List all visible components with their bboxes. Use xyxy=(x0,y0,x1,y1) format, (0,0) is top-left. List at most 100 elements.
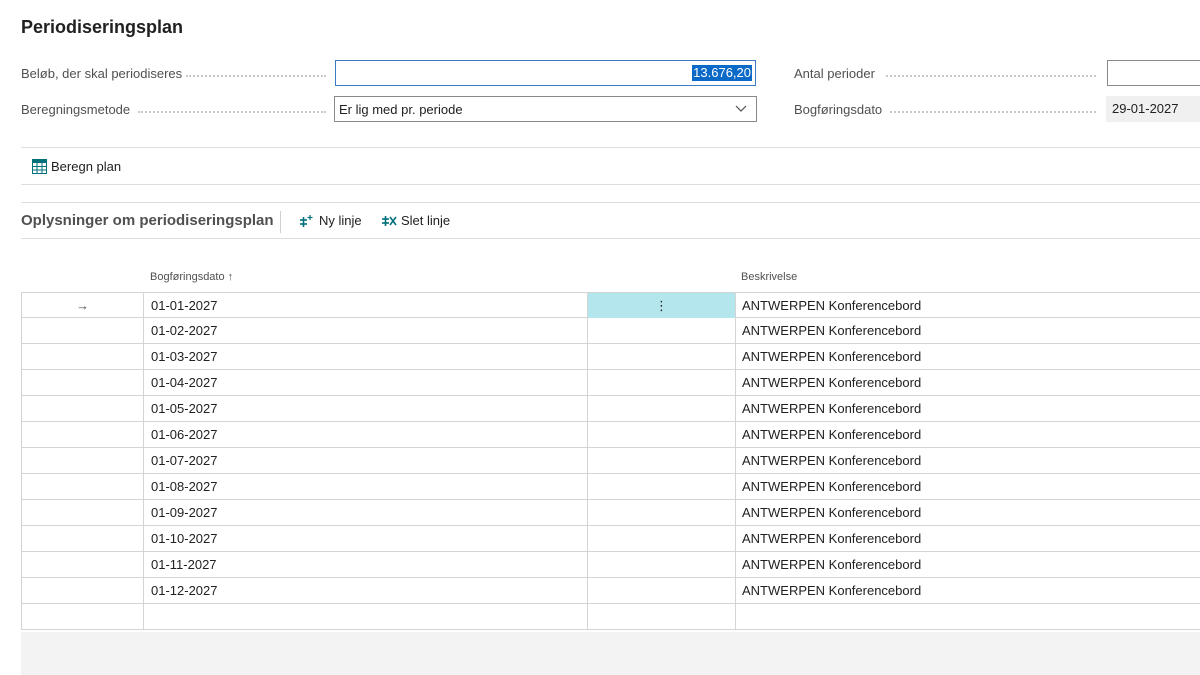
posting-date-cell[interactable]: 01-07-2027 xyxy=(143,448,587,473)
column-header-posting-date[interactable]: Bogføringsdato ↑ xyxy=(150,271,233,283)
posting-date-cell[interactable]: 01-04-2027 xyxy=(143,370,587,395)
posting-date-cell[interactable]: 01-01-2027 xyxy=(143,293,587,318)
row-action-cell[interactable] xyxy=(587,552,735,577)
new-line-button[interactable]: Ny linje xyxy=(299,213,362,228)
calculator-grid-icon xyxy=(32,159,47,174)
row-marker xyxy=(21,578,143,603)
description-cell[interactable]: ANTWERPEN Konferencebord xyxy=(735,448,1200,473)
calculate-plan-label: Beregn plan xyxy=(51,159,122,174)
section-title: Oplysninger om periodiseringsplan xyxy=(21,212,274,229)
row-marker xyxy=(21,474,143,499)
row-action-cell[interactable] xyxy=(587,604,735,629)
posting-date-value: 29-01-2027 xyxy=(1106,96,1200,122)
row-marker: → xyxy=(21,293,143,318)
table-row[interactable]: 01-06-2027 ANTWERPEN Konferencebord xyxy=(21,422,1200,448)
description-cell[interactable]: ANTWERPEN Konferencebord xyxy=(735,293,1200,318)
lines-table: → 01-01-2027 ⋮ ANTWERPEN Konferencebord 01-0… xyxy=(21,292,1200,630)
posting-date-cell[interactable] xyxy=(143,604,587,629)
posting-date-cell[interactable]: 01-08-2027 xyxy=(143,474,587,499)
page-title: Periodiseringsplan xyxy=(21,17,184,37)
table-row[interactable]: 01-04-2027 ANTWERPEN Konferencebord xyxy=(21,370,1200,396)
description-cell[interactable]: ANTWERPEN Konferencebord xyxy=(735,526,1200,551)
leader-dots xyxy=(186,75,326,77)
column-header-label: Bogføringsdato xyxy=(150,271,225,283)
delete-line-button[interactable]: Slet linje xyxy=(381,213,450,228)
column-header-label: Beskrivelse xyxy=(741,271,798,283)
divider xyxy=(21,184,1200,185)
table-row[interactable]: 01-05-2027 ANTWERPEN Konferencebord xyxy=(21,396,1200,422)
periods-label: Antal perioder xyxy=(794,66,875,81)
table-row[interactable] xyxy=(21,604,1200,630)
description-cell[interactable]: ANTWERPEN Konferencebord xyxy=(735,370,1200,395)
sort-ascending-icon: ↑ xyxy=(227,271,234,283)
delete-line-icon xyxy=(382,215,397,226)
leader-dots xyxy=(138,111,326,113)
posting-date-cell[interactable]: 01-02-2027 xyxy=(143,318,587,343)
table-row[interactable]: 01-11-2027 ANTWERPEN Konferencebord xyxy=(21,552,1200,578)
row-action-cell[interactable] xyxy=(587,396,735,421)
amount-label: Beløb, der skal periodiseres xyxy=(21,66,183,81)
description-cell[interactable]: ANTWERPEN Konferencebord xyxy=(735,344,1200,369)
row-marker xyxy=(21,344,143,369)
new-line-icon xyxy=(300,214,313,227)
row-action-cell[interactable] xyxy=(587,578,735,603)
row-action-cell[interactable] xyxy=(587,500,735,525)
row-marker xyxy=(21,370,143,395)
description-cell[interactable]: ANTWERPEN Konferencebord xyxy=(735,396,1200,421)
method-value: Er lig med pr. periode xyxy=(339,102,463,117)
row-action-cell[interactable] xyxy=(587,370,735,395)
posting-date-cell[interactable]: 01-05-2027 xyxy=(143,396,587,421)
chevron-down-icon xyxy=(735,105,747,112)
amount-value: 13.676,20 xyxy=(692,65,752,81)
posting-date-cell[interactable]: 01-03-2027 xyxy=(143,344,587,369)
description-cell[interactable]: ANTWERPEN Konferencebord xyxy=(735,474,1200,499)
divider xyxy=(21,238,1200,239)
divider xyxy=(21,202,1200,203)
amount-input[interactable]: 13.676,20 xyxy=(335,60,756,86)
table-row[interactable]: 01-02-2027 ANTWERPEN Konferencebord xyxy=(21,318,1200,344)
leader-dots xyxy=(890,111,1096,113)
row-action-cell[interactable] xyxy=(587,422,735,447)
posting-date-cell[interactable]: 01-06-2027 xyxy=(143,422,587,447)
new-line-label: Ny linje xyxy=(319,213,362,228)
description-cell[interactable]: ANTWERPEN Konferencebord xyxy=(735,552,1200,577)
table-row[interactable]: 01-07-2027 ANTWERPEN Konferencebord xyxy=(21,448,1200,474)
posting-date-cell[interactable]: 01-09-2027 xyxy=(143,500,587,525)
posting-date-cell[interactable]: 01-12-2027 xyxy=(143,578,587,603)
description-cell[interactable]: ANTWERPEN Konferencebord xyxy=(735,422,1200,447)
table-row[interactable]: 01-09-2027 ANTWERPEN Konferencebord xyxy=(21,500,1200,526)
table-row[interactable]: 01-03-2027 ANTWERPEN Konferencebord xyxy=(21,344,1200,370)
description-cell[interactable]: ANTWERPEN Konferencebord xyxy=(735,578,1200,603)
posting-date-label: Bogføringsdato xyxy=(794,102,883,117)
row-action-cell[interactable] xyxy=(587,474,735,499)
row-marker xyxy=(21,552,143,577)
row-action-cell[interactable] xyxy=(587,448,735,473)
row-marker xyxy=(21,422,143,447)
row-menu-button[interactable]: ⋮ xyxy=(587,293,735,318)
row-action-cell[interactable] xyxy=(587,318,735,343)
column-header-description[interactable]: Beskrivelse xyxy=(741,271,797,283)
row-marker xyxy=(21,604,143,629)
calculate-plan-button[interactable]: Beregn plan xyxy=(32,159,121,174)
row-marker xyxy=(21,318,143,343)
row-action-cell[interactable] xyxy=(587,344,735,369)
separator xyxy=(280,211,281,233)
table-row[interactable]: 01-08-2027 ANTWERPEN Konferencebord xyxy=(21,474,1200,500)
method-select[interactable]: Er lig med pr. periode xyxy=(334,96,757,122)
posting-date-cell[interactable]: 01-11-2027 xyxy=(143,552,587,577)
method-label: Beregningsmetode xyxy=(21,102,131,117)
table-row[interactable]: 01-10-2027 ANTWERPEN Konferencebord xyxy=(21,526,1200,552)
divider xyxy=(21,147,1200,148)
row-marker xyxy=(21,500,143,525)
table-row[interactable]: → 01-01-2027 ⋮ ANTWERPEN Konferencebord xyxy=(21,292,1200,318)
description-cell[interactable] xyxy=(735,604,1200,629)
delete-line-label: Slet linje xyxy=(401,213,451,228)
periods-input[interactable] xyxy=(1107,60,1200,86)
posting-date-cell[interactable]: 01-10-2027 xyxy=(143,526,587,551)
table-row[interactable]: 01-12-2027 ANTWERPEN Konferencebord xyxy=(21,578,1200,604)
row-marker xyxy=(21,396,143,421)
description-cell[interactable]: ANTWERPEN Konferencebord xyxy=(735,318,1200,343)
grid-footer-area xyxy=(21,632,1200,675)
description-cell[interactable]: ANTWERPEN Konferencebord xyxy=(735,500,1200,525)
row-action-cell[interactable] xyxy=(587,526,735,551)
